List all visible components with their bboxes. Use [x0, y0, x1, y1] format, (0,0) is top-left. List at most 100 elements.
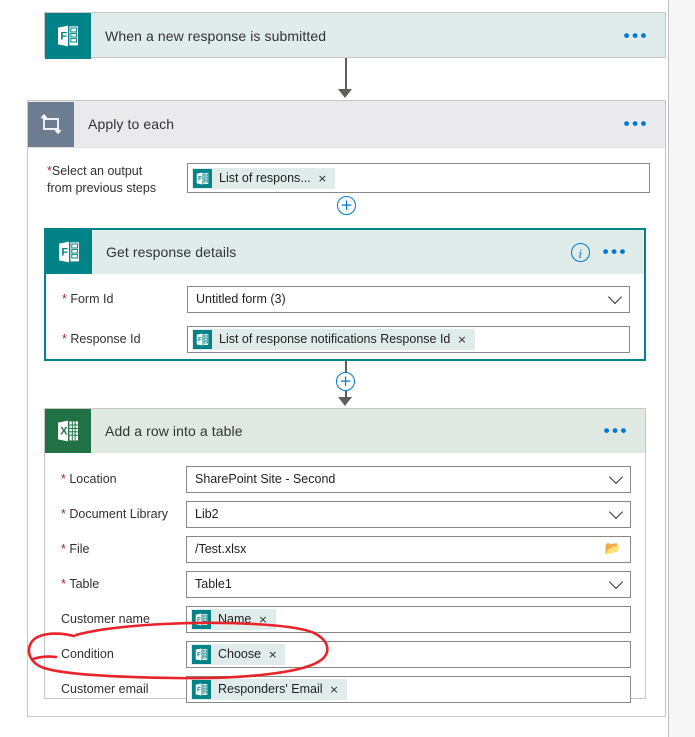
- select-output-label-line2: from previous steps: [47, 181, 157, 195]
- add-action-button-between-steps[interactable]: +: [336, 372, 355, 391]
- apply-to-each-header[interactable]: Apply to each •••: [28, 101, 665, 148]
- trigger-card-when-a-new-response-is-submitted[interactable]: F When a new response is submitted •••: [44, 12, 666, 59]
- token-label: List of response notifications Response …: [219, 332, 451, 346]
- field-input-customer-email[interactable]: F Responders' Email ×: [186, 675, 631, 703]
- field-row-condition: Condition F Choose ×: [45, 637, 645, 671]
- field-row-customer-name: Customer name F Name ×: [45, 602, 645, 636]
- trigger-title: When a new response is submitted: [105, 28, 327, 44]
- token-remove-button[interactable]: ×: [268, 648, 277, 661]
- label-text: Form Id: [70, 292, 114, 306]
- action-card-add-a-row-into-a-table[interactable]: X Add a row into a table ••• * Location …: [44, 408, 646, 703]
- chevron-down-icon[interactable]: [608, 504, 624, 520]
- token-remove-button[interactable]: ×: [330, 683, 339, 696]
- field-input-document-library[interactable]: Lib2: [186, 500, 631, 528]
- token-label: Name: [218, 612, 252, 626]
- vertical-scrollbar[interactable]: [668, 0, 695, 737]
- field-row-customer-email: Customer email F Responders' Email ×: [45, 672, 645, 706]
- info-icon[interactable]: i: [570, 242, 590, 262]
- token-label: Responders' Email: [218, 682, 323, 696]
- field-label-customer-name: Customer name: [61, 612, 150, 626]
- svg-text:F: F: [197, 651, 201, 658]
- action-card-get-response-details[interactable]: F Get response details i ••• * Form Id U…: [44, 228, 646, 361]
- microsoft-forms-icon: F: [192, 679, 211, 699]
- select-output-label-line1: Select an output: [51, 164, 143, 178]
- microsoft-forms-icon: F: [192, 644, 211, 664]
- apply-to-each-title: Apply to each: [88, 116, 175, 132]
- microsoft-forms-icon: F: [193, 329, 212, 349]
- connector-line-trigger-to-loop: [345, 58, 347, 92]
- field-row-response-id: * Response Id F List of response notific…: [46, 322, 644, 356]
- microsoft-excel-icon: X: [45, 409, 91, 453]
- chevron-down-icon[interactable]: [607, 289, 623, 305]
- field-value-document-library: Lib2: [195, 507, 219, 521]
- loop-icon: [28, 101, 74, 147]
- token-responders-email[interactable]: F Responders' Email ×: [191, 678, 347, 700]
- field-label-file: * File: [61, 542, 186, 556]
- token-remove-button[interactable]: ×: [258, 613, 267, 626]
- chevron-down-icon[interactable]: [608, 469, 624, 485]
- field-input-file[interactable]: /Test.xlsx 📂: [186, 535, 631, 563]
- microsoft-forms-icon: F: [45, 13, 91, 59]
- label-text: File: [69, 542, 90, 556]
- add-row-title: Add a row into a table: [105, 423, 243, 439]
- add-row-header[interactable]: X Add a row into a table •••: [45, 409, 645, 453]
- select-output-input[interactable]: F List of respons... ×: [187, 163, 650, 193]
- token-name[interactable]: F Name ×: [191, 608, 276, 630]
- token-remove-button[interactable]: ×: [318, 172, 327, 185]
- trigger-overflow-menu-button[interactable]: •••: [624, 27, 665, 44]
- svg-text:F: F: [60, 30, 67, 42]
- field-value-location: SharePoint Site - Second: [195, 472, 336, 486]
- field-value-table: Table1: [195, 577, 232, 591]
- field-value-form-id: Untitled form (3): [196, 292, 286, 306]
- svg-text:F: F: [197, 616, 201, 623]
- folder-picker-icon[interactable]: 📂: [605, 542, 621, 557]
- field-label-location: * Location: [61, 472, 186, 486]
- connector-arrow-to-add-row: [338, 397, 352, 406]
- token-remove-button[interactable]: ×: [457, 333, 466, 346]
- token-choose[interactable]: F Choose ×: [191, 643, 286, 665]
- token-response-id[interactable]: F List of response notifications Respons…: [192, 328, 475, 350]
- microsoft-forms-icon: F: [192, 609, 211, 629]
- field-label-form-id: * Form Id: [62, 292, 187, 306]
- label-text: Location: [69, 472, 117, 486]
- microsoft-forms-icon: F: [46, 230, 92, 274]
- svg-text:F: F: [61, 246, 68, 258]
- field-label-response-id: * Response Id: [62, 332, 187, 346]
- svg-text:X: X: [60, 426, 68, 438]
- add-row-overflow-menu-button[interactable]: •••: [604, 422, 645, 439]
- connector-arrow-trigger-to-loop: [338, 89, 352, 98]
- get-response-details-header[interactable]: F Get response details i •••: [46, 230, 644, 274]
- microsoft-forms-icon: F: [193, 168, 212, 188]
- add-action-button-loop-top[interactable]: +: [337, 196, 356, 215]
- svg-text:F: F: [197, 686, 201, 693]
- svg-text:F: F: [198, 336, 202, 343]
- svg-text:F: F: [198, 175, 202, 182]
- label-text: Response Id: [70, 332, 141, 346]
- token-label: Choose: [218, 647, 262, 661]
- field-input-location[interactable]: SharePoint Site - Second: [186, 465, 631, 493]
- trigger-card-header[interactable]: F When a new response is submitted •••: [45, 13, 665, 59]
- field-label-document-library: * Document Library: [61, 507, 186, 521]
- select-output-label: *Select an output from previous steps: [47, 163, 187, 197]
- flow-designer-canvas: F When a new response is submitted ••• A…: [0, 0, 695, 737]
- field-row-location: * Location SharePoint Site - Second: [45, 462, 645, 496]
- field-input-table[interactable]: Table1: [186, 570, 631, 598]
- field-input-condition[interactable]: F Choose ×: [186, 640, 631, 668]
- get-response-details-overflow-menu-button[interactable]: •••: [603, 243, 644, 260]
- token-label: List of respons...: [219, 171, 311, 185]
- field-input-customer-name[interactable]: F Name ×: [186, 605, 631, 633]
- chevron-down-icon[interactable]: [608, 574, 624, 590]
- field-label-table: * Table: [61, 577, 186, 591]
- field-value-file: /Test.xlsx: [195, 542, 247, 556]
- field-row-table: * Table Table1: [45, 567, 645, 601]
- field-input-form-id[interactable]: Untitled form (3): [187, 285, 630, 313]
- field-row-document-library: * Document Library Lib2: [45, 497, 645, 531]
- field-row-file: * File /Test.xlsx 📂: [45, 532, 645, 566]
- token-list-of-responses[interactable]: F List of respons... ×: [192, 167, 335, 189]
- field-row-form-id: * Form Id Untitled form (3): [46, 282, 644, 316]
- label-text: Table: [69, 577, 100, 591]
- field-label-customer-email: Customer email: [61, 682, 149, 696]
- apply-to-each-overflow-menu-button[interactable]: •••: [624, 115, 665, 132]
- field-input-response-id[interactable]: F List of response notifications Respons…: [187, 325, 630, 353]
- get-response-details-title: Get response details: [106, 244, 237, 260]
